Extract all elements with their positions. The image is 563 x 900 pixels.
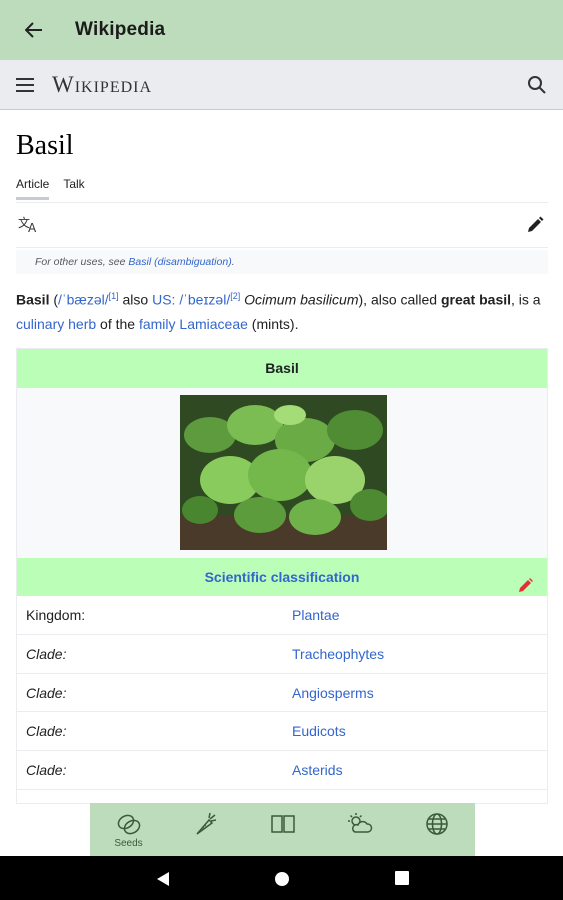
hamburger-icon[interactable] [16, 75, 36, 95]
page-title: Basil [16, 130, 74, 161]
row-key: Clade: [26, 645, 67, 662]
edit-pencil-icon[interactable] [518, 569, 533, 592]
ref-1[interactable]: [1] [109, 291, 119, 301]
app-title: Wikipedia [75, 19, 166, 40]
table-row: Clade: Eudicots [17, 712, 547, 752]
table-row: Clade: Tracheophytes [17, 634, 547, 674]
lead-paragraph: Basil (/ˈbæzəl/[1] also US: /ˈbeɪzəl/[2]… [16, 291, 541, 332]
book-icon [270, 815, 295, 833]
system-home-icon[interactable] [274, 871, 290, 892]
seeds-icon [117, 814, 140, 835]
lamiaceae-link[interactable]: Lamiaceae [179, 316, 248, 332]
weather-icon [347, 813, 372, 833]
article-tabs: Article Talk [16, 177, 85, 200]
row-key: Clade: [26, 684, 67, 701]
bottom-navigation: Seeds [90, 803, 475, 856]
row-key: Clade: [26, 762, 67, 779]
svg-text:A: A [28, 221, 37, 233]
nav-carrot[interactable] [176, 812, 236, 836]
row-value-link[interactable]: Eudicots [292, 723, 346, 739]
table-row: Kingdom: Plantae [17, 596, 547, 635]
basil-image[interactable] [180, 395, 387, 550]
app-bar: Wikipedia [0, 0, 563, 60]
tab-article[interactable]: Article [16, 177, 50, 200]
scientific-classification-header[interactable]: Scientific classification [17, 558, 547, 596]
system-recents-icon[interactable] [395, 871, 409, 890]
search-icon[interactable] [527, 75, 547, 95]
row-key: Clade: [26, 723, 67, 740]
nav-weather[interactable] [330, 812, 390, 836]
row-value-link[interactable]: Angiosperms [292, 685, 374, 701]
nav-seeds[interactable]: Seeds [99, 812, 159, 849]
us-link[interactable]: US: [152, 292, 175, 308]
nav-book[interactable] [253, 812, 313, 836]
wikipedia-wordmark[interactable]: Wikipedia [52, 72, 152, 98]
table-row: Clade: Asterids [17, 751, 547, 790]
back-arrow-icon[interactable] [22, 18, 46, 42]
ref-2[interactable]: [2] [230, 291, 240, 301]
nav-globe[interactable] [407, 812, 467, 836]
nav-seeds-label: Seeds [114, 838, 143, 849]
hatnote: For other uses, see Basil (disambiguatio… [16, 250, 548, 274]
system-navigation-bar [0, 856, 563, 900]
page-toolbar: 文A [16, 202, 548, 248]
family-link[interactable]: family [139, 316, 176, 332]
table-row: Clade: Angiosperms [17, 673, 547, 713]
carrot-icon [195, 812, 216, 835]
row-key: Kingdom: [26, 607, 86, 623]
row-value-link[interactable]: Asterids [292, 762, 343, 778]
culinary-herb-link[interactable]: culinary herb [16, 316, 96, 332]
row-value-link[interactable]: Tracheophytes [292, 646, 384, 662]
tab-talk[interactable]: Talk [63, 177, 84, 200]
edit-pencil-icon[interactable] [526, 216, 544, 234]
globe-icon [425, 813, 448, 835]
language-icon[interactable]: 文A [18, 215, 40, 237]
infobox: Basil Scientific classification Kingdom:… [16, 348, 548, 804]
row-value-link[interactable]: Plantae [292, 607, 339, 623]
ipa-us-link[interactable]: /ˈbeɪzəl/ [179, 292, 230, 308]
infobox-image-row [17, 388, 547, 558]
system-back-icon[interactable] [156, 871, 170, 892]
infobox-title: Basil [17, 349, 547, 388]
ipa-uk-link[interactable]: /ˈbæzəl/ [58, 292, 109, 308]
disambiguation-link[interactable]: Basil (disambiguation) [128, 256, 231, 268]
wiki-header: Wikipedia [0, 60, 563, 110]
